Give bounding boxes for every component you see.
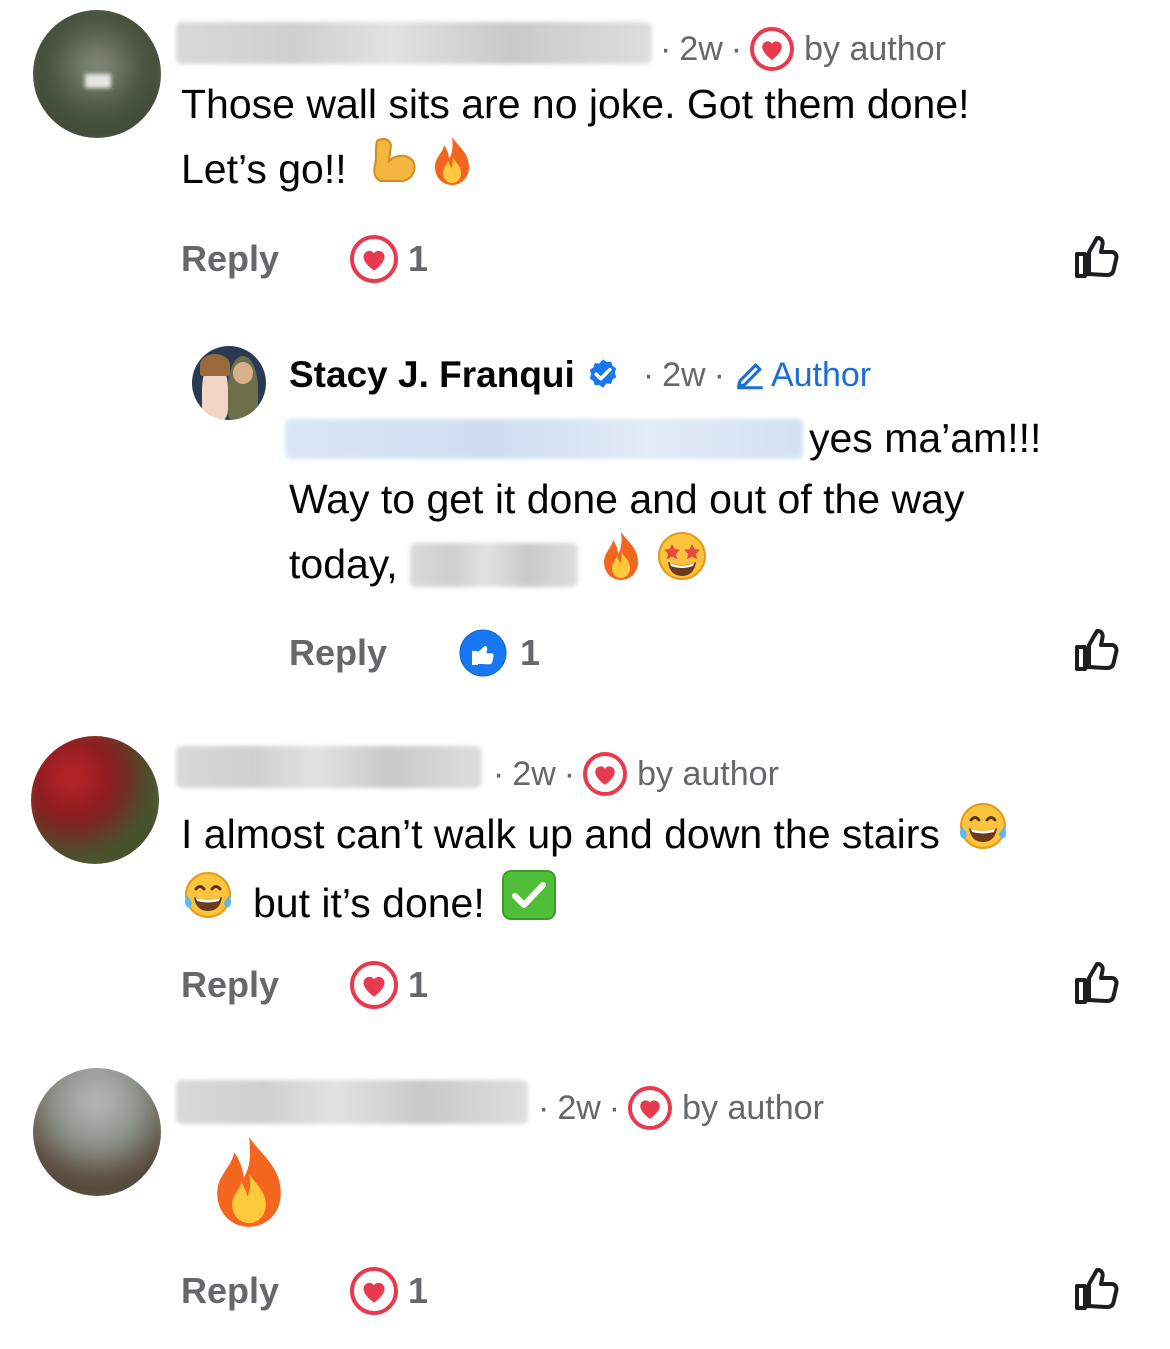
reaction-count: 1 xyxy=(408,964,429,1005)
author-heart-icon xyxy=(628,1086,673,1130)
reply-button[interactable]: Reply xyxy=(181,1270,279,1312)
like-button-icon[interactable] xyxy=(1073,960,1121,1011)
comment-text-line: but it’s done! xyxy=(253,880,485,926)
heart-reaction-icon xyxy=(350,961,398,1009)
tears-of-joy-icon xyxy=(181,869,235,938)
like-button-icon[interactable] xyxy=(1073,1266,1121,1317)
pencil-icon xyxy=(733,358,767,392)
reply-button[interactable]: Reply xyxy=(181,238,279,280)
author-avatar[interactable] xyxy=(192,346,266,420)
author-name[interactable]: Stacy J. Franqui xyxy=(289,354,575,396)
comment-text-line: Let’s go!! xyxy=(181,146,347,192)
reply-button[interactable]: Reply xyxy=(181,964,279,1006)
commenter-name-redacted[interactable] xyxy=(176,1080,528,1124)
by-author-label: by author xyxy=(804,30,946,68)
mentioned-name-redacted[interactable] xyxy=(285,418,803,459)
timestamp[interactable]: 2w xyxy=(662,358,705,392)
by-author-label: by author xyxy=(682,1089,824,1127)
commenter-avatar[interactable] xyxy=(33,10,161,138)
like-button-icon[interactable] xyxy=(1073,627,1121,678)
like-reaction-icon xyxy=(458,628,508,678)
author-tag: Author xyxy=(733,356,871,395)
reaction-count: 1 xyxy=(520,632,541,673)
timestamp[interactable]: 2w xyxy=(557,1091,600,1125)
commenter-avatar[interactable] xyxy=(31,736,159,864)
like-button-icon[interactable] xyxy=(1073,234,1121,285)
heart-reaction-icon xyxy=(350,1267,398,1315)
heart-reaction-icon xyxy=(350,235,398,283)
author-name-row: Stacy J. Franqui · 2w · Author xyxy=(289,354,872,396)
reply-text-line: yes ma’am!!! xyxy=(809,415,1042,461)
star-struck-icon xyxy=(656,530,708,599)
commenter-avatar[interactable] xyxy=(33,1068,161,1196)
reply-button[interactable]: Reply xyxy=(289,632,387,674)
comment-meta: · 2w · by author xyxy=(652,27,946,71)
tears-of-joy-icon xyxy=(956,800,1010,869)
author-heart-icon xyxy=(583,752,628,796)
comment-meta: · 2w · by author xyxy=(530,1086,824,1130)
reply-text-line: today, xyxy=(289,541,398,587)
comment-text: Those wall sits are no joke. Got them do… xyxy=(181,74,970,204)
timestamp[interactable]: 2w xyxy=(512,757,555,791)
reaction-summary[interactable]: 1 xyxy=(350,235,428,283)
timestamp[interactable]: 2w xyxy=(679,32,722,66)
mentioned-name-redacted[interactable] xyxy=(409,542,578,587)
comment-text-line: Those wall sits are no joke. Got them do… xyxy=(181,81,970,127)
verified-badge-icon xyxy=(585,357,621,393)
comment-text-line: I almost can’t walk up and down the stai… xyxy=(181,811,940,857)
fire-icon xyxy=(598,530,644,599)
commenter-name-redacted[interactable] xyxy=(176,22,652,64)
reaction-summary[interactable]: 1 xyxy=(350,1267,428,1315)
flexed-biceps-icon xyxy=(369,135,419,204)
fire-icon xyxy=(206,1132,292,1237)
commenter-name-redacted[interactable] xyxy=(176,746,482,788)
author-heart-icon xyxy=(750,27,795,71)
reaction-summary[interactable]: 1 xyxy=(350,961,428,1009)
comment-text: I almost can’t walk up and down the stai… xyxy=(181,800,1010,938)
comment-meta: · 2w · by author xyxy=(485,752,779,796)
by-author-label: by author xyxy=(637,755,779,793)
reply-text-line: Way to get it done and out of the way xyxy=(289,476,965,522)
reaction-summary[interactable]: 1 xyxy=(458,628,540,678)
reaction-count: 1 xyxy=(408,238,429,279)
check-mark-button-icon xyxy=(501,869,557,938)
reply-text: yes ma’am!!! Way to get it done and out … xyxy=(285,408,1089,599)
fire-icon xyxy=(429,135,475,204)
author-tag-label: Author xyxy=(770,355,872,394)
reaction-count: 1 xyxy=(408,1270,429,1311)
